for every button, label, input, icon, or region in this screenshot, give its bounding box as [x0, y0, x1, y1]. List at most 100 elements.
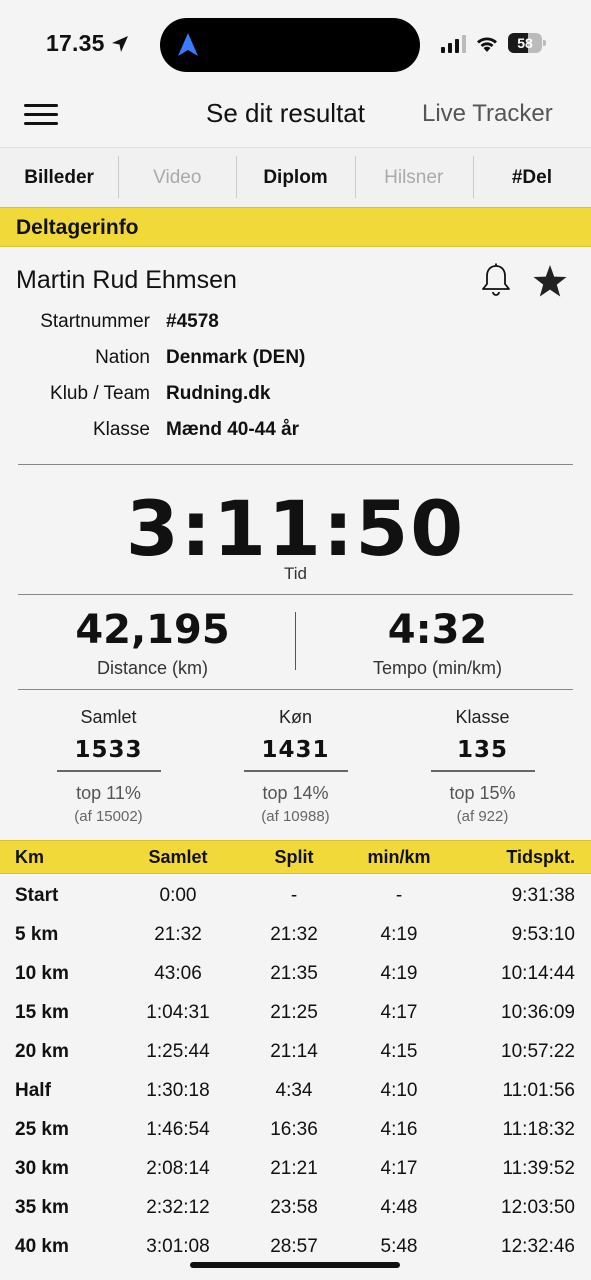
column-header-pace: min/km — [367, 847, 431, 867]
status-time: 17.35 — [46, 30, 105, 56]
split-km: 15 km — [15, 1002, 69, 1023]
table-row: Half 1:30:18 4:34 4:10 11:01:56 — [0, 1071, 591, 1110]
rank-top-percent: top 15% — [449, 783, 516, 803]
split-km: 20 km — [15, 1041, 69, 1062]
dynamic-island — [160, 18, 420, 72]
split-pace: 4:48 — [380, 1197, 418, 1218]
table-row: 15 km 1:04:31 21:25 4:17 10:36:09 — [0, 993, 591, 1032]
split-time: 21:14 — [270, 1041, 318, 1062]
section-header-participant: Deltagerinfo — [0, 207, 591, 247]
splits-table-header: Km Samlet Split min/km Tidspkt. — [0, 840, 591, 874]
tab-diplom[interactable]: Diplom — [236, 148, 354, 207]
split-pace: 4:17 — [380, 1158, 418, 1179]
table-row: 40 km 3:01:08 28:57 5:48 12:32:46 — [0, 1227, 591, 1266]
wifi-icon — [477, 37, 497, 52]
info-label: Startnummer — [40, 311, 150, 332]
split-total: 2:08:14 — [146, 1158, 210, 1179]
info-row-class: Klasse Mænd 40-44 år — [0, 419, 591, 449]
split-km: 5 km — [15, 924, 59, 945]
split-clock-time: 11:18:32 — [502, 1119, 575, 1140]
divider — [18, 464, 573, 465]
info-value: Mænd 40-44 år — [166, 419, 300, 440]
split-km: Half — [15, 1080, 51, 1101]
menu-icon[interactable] — [24, 102, 58, 128]
page-title: Se dit resultat — [206, 98, 365, 128]
star-icon[interactable] — [532, 264, 568, 298]
split-km: 10 km — [15, 963, 69, 984]
column-header-clock-time: Tidspkt. — [506, 847, 575, 867]
split-total: 1:04:31 — [146, 1002, 210, 1023]
split-clock-time: 11:39:52 — [502, 1158, 575, 1179]
info-label: Nation — [95, 347, 150, 368]
rank-title: Samlet — [80, 707, 137, 727]
table-row: 20 km 1:25:44 21:14 4:15 10:57:22 — [0, 1032, 591, 1071]
split-pace: 4:10 — [380, 1080, 418, 1101]
info-label: Klub / Team — [50, 383, 150, 404]
table-row: 10 km 43:06 21:35 4:19 10:14:44 — [0, 954, 591, 993]
location-arrow-icon — [112, 36, 128, 52]
split-pace: 4:16 — [380, 1119, 418, 1140]
rank-value: 1431 — [261, 737, 330, 763]
rank-total: (af 15002) — [74, 808, 143, 825]
split-pace: 4:19 — [380, 924, 418, 945]
info-row-nation: Nation Denmark (DEN) — [0, 347, 591, 377]
split-clock-time: 10:57:22 — [501, 1041, 575, 1062]
athlete-name: Martin Rud Ehmsen — [16, 266, 237, 294]
split-time: 21:32 — [270, 924, 318, 945]
tab-bar: Billeder Video Diplom Hilsner #Del — [0, 147, 591, 207]
cellular-signal-icon — [441, 35, 466, 53]
distance-label: Distance (km) — [96, 658, 208, 678]
split-total: 1:30:18 — [146, 1080, 210, 1101]
split-total: 3:01:08 — [146, 1236, 210, 1257]
tab-hilsner: Hilsner — [354, 148, 473, 207]
rank-class: Klasse 135 top 15% (af 922) — [384, 704, 581, 828]
live-tracker-link[interactable]: Live Tracker — [422, 100, 553, 128]
distance-stat: 42,195 Distance (km) — [5, 606, 300, 679]
finish-time: 3:11:50 — [125, 484, 466, 573]
pace-label: Tempo (min/km) — [372, 658, 502, 678]
split-time: 21:25 — [270, 1002, 318, 1023]
status-bar: 17.35 58 — [0, 0, 591, 88]
split-time: 16:36 — [270, 1119, 318, 1140]
split-total: 1:25:44 — [146, 1041, 210, 1062]
split-time: 23:58 — [270, 1197, 318, 1218]
split-pace: 4:15 — [380, 1041, 418, 1062]
table-row: 25 km 1:46:54 16:36 4:16 11:18:32 — [0, 1110, 591, 1149]
split-km: 30 km — [15, 1158, 69, 1179]
split-total: 2:32:12 — [146, 1197, 210, 1218]
info-row-bib: Startnummer #4578 — [0, 311, 591, 341]
split-pace: 4:19 — [380, 963, 418, 984]
split-time: 21:35 — [270, 963, 318, 984]
info-value: #4578 — [166, 311, 219, 332]
divider — [18, 594, 573, 595]
rank-value: 1533 — [74, 737, 143, 763]
distance-value: 42,195 — [75, 607, 230, 653]
split-km: Start — [15, 885, 59, 906]
home-indicator — [190, 1262, 400, 1268]
column-header-total: Samlet — [148, 847, 208, 867]
split-km: 25 km — [15, 1119, 69, 1140]
split-total: 21:32 — [154, 924, 202, 945]
table-row: 5 km 21:32 21:32 4:19 9:53:10 — [0, 915, 591, 954]
battery-icon: 58 — [508, 33, 546, 53]
finish-time-label: Tid — [284, 564, 307, 583]
navigation-icon — [178, 33, 198, 56]
split-clock-time: 12:03:50 — [501, 1197, 575, 1218]
split-time: 28:57 — [270, 1236, 318, 1257]
battery-level: 58 — [517, 35, 533, 51]
section-title: Deltagerinfo — [16, 216, 139, 239]
split-clock-time: 11:01:56 — [502, 1080, 575, 1101]
split-time: 21:21 — [270, 1158, 318, 1179]
rank-gender: Køn 1431 top 14% (af 10988) — [197, 704, 394, 828]
tab-billeder[interactable]: Billeder — [0, 148, 118, 207]
split-clock-time: 10:14:44 — [501, 963, 575, 984]
bell-icon[interactable] — [480, 262, 512, 298]
tab-share[interactable]: #Del — [472, 148, 591, 207]
column-header-km: Km — [15, 847, 45, 867]
split-total: 0:00 — [159, 885, 197, 906]
info-label: Klasse — [92, 419, 150, 440]
tab-video: Video — [118, 148, 236, 207]
rank-total: (af 10988) — [261, 808, 330, 825]
column-header-split: Split — [274, 847, 314, 867]
split-pace: 4:17 — [380, 1002, 418, 1023]
